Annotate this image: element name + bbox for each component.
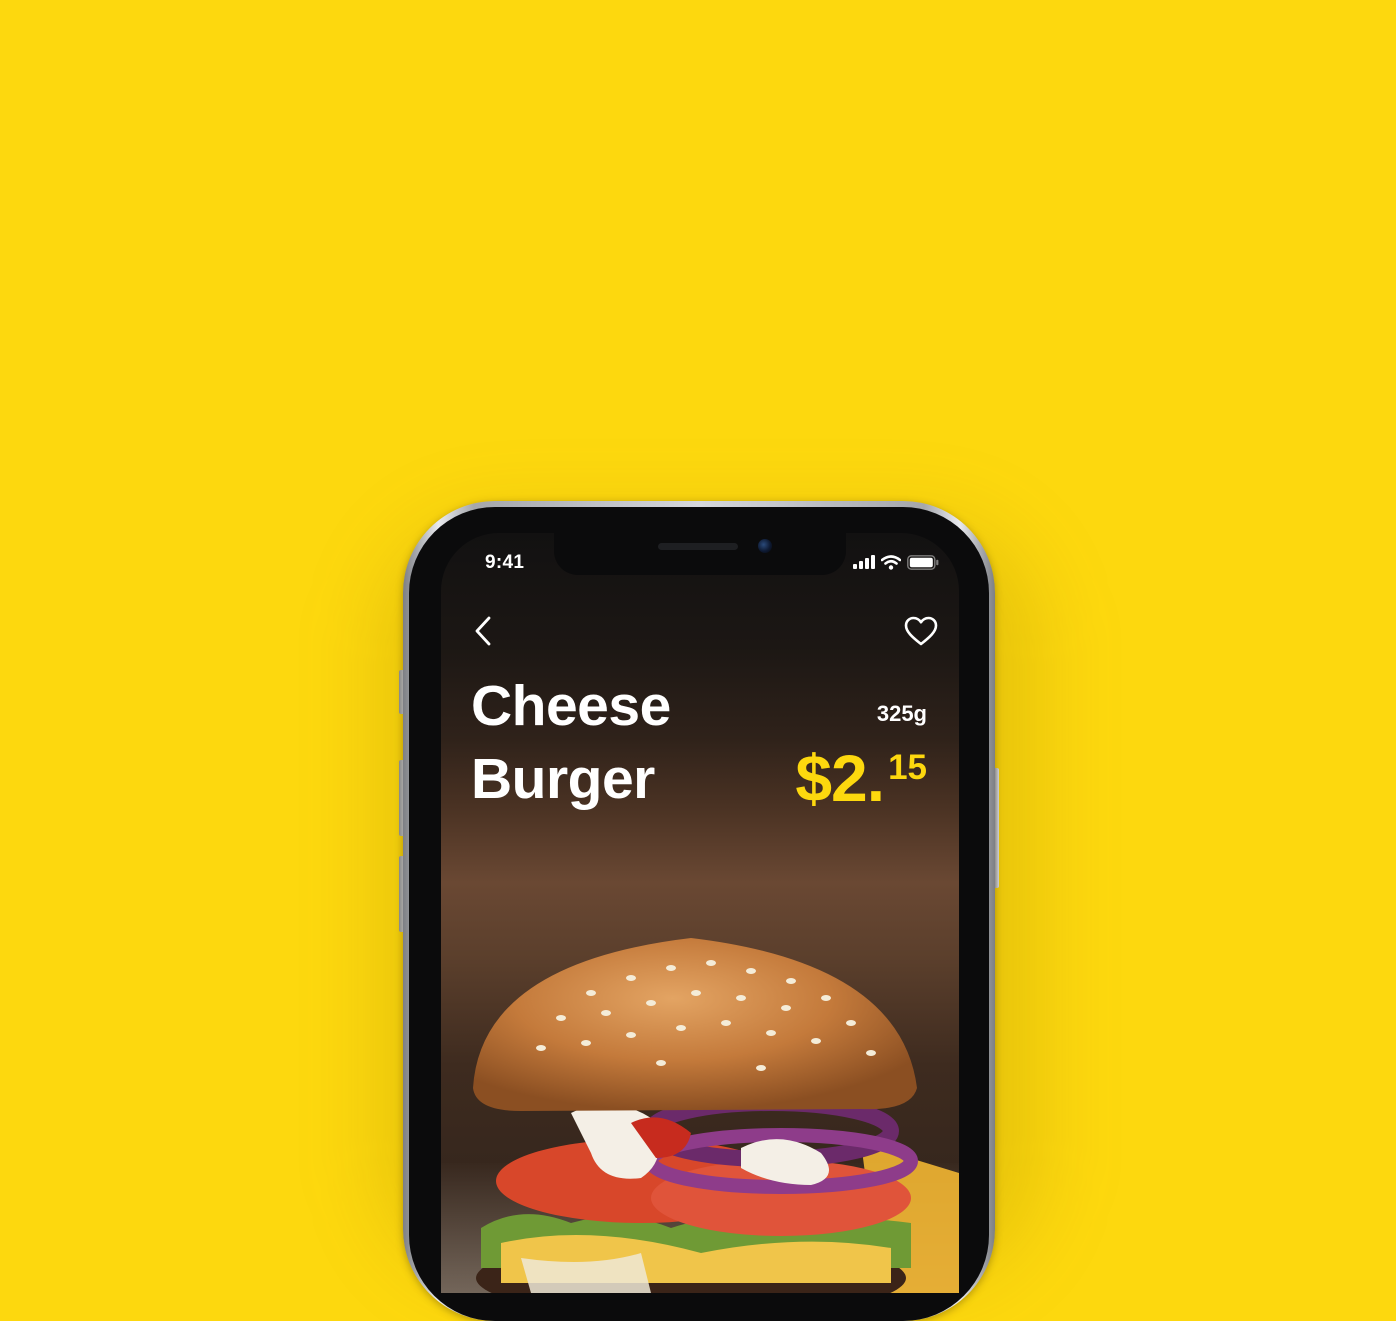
status-time: 9:41 bbox=[485, 552, 525, 573]
burger-image bbox=[441, 938, 959, 1293]
earpiece-speaker bbox=[658, 543, 738, 550]
product-price: $2. 15 bbox=[795, 740, 927, 816]
price-cents: 15 bbox=[888, 748, 927, 787]
notch bbox=[554, 533, 846, 575]
battery-icon bbox=[907, 554, 939, 570]
phone-screen: 9:41 Cheese Burger 325g $2. 15 bbox=[441, 533, 959, 1293]
heart-outline-icon bbox=[904, 616, 938, 646]
front-camera bbox=[758, 539, 772, 553]
price-main: $2. bbox=[795, 741, 885, 815]
product-weight: 325g bbox=[876, 701, 927, 726]
chevron-left-icon bbox=[475, 616, 491, 646]
product-title-line1: Cheese bbox=[471, 674, 671, 738]
back-button[interactable] bbox=[463, 611, 503, 651]
wifi-icon bbox=[881, 554, 901, 570]
product-title: Cheese Burger bbox=[471, 670, 671, 816]
cellular-signal-icon bbox=[853, 555, 875, 569]
favorite-button[interactable] bbox=[901, 611, 941, 651]
product-title-line2: Burger bbox=[471, 747, 655, 811]
status-icons bbox=[853, 554, 939, 570]
